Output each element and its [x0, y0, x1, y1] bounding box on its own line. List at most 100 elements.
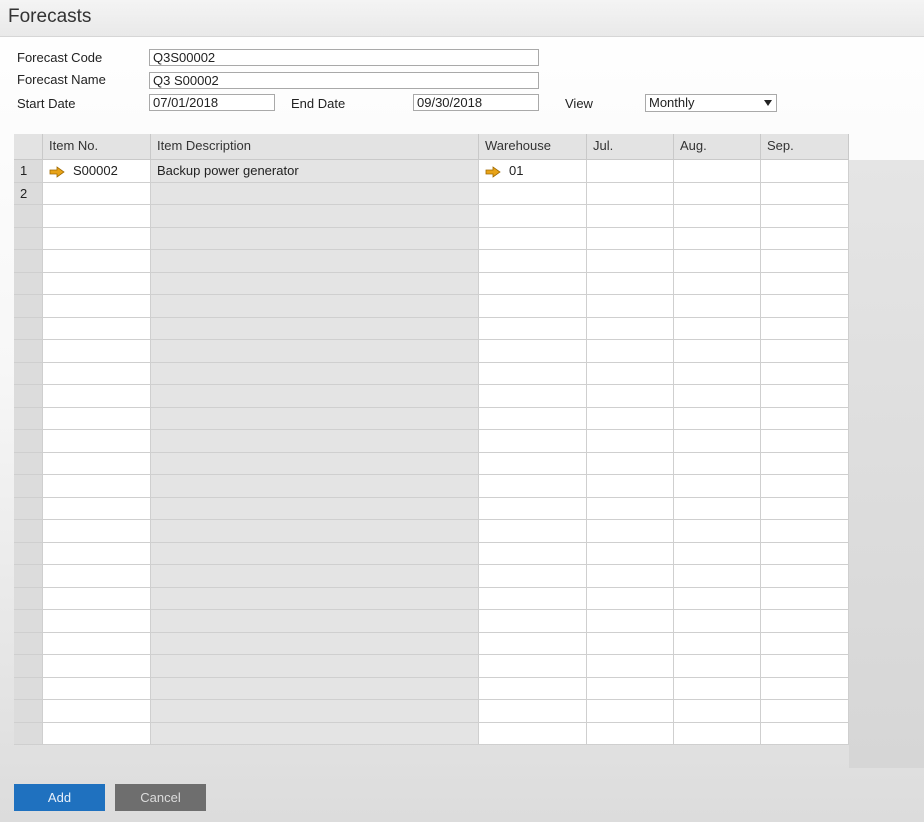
warehouse-cell[interactable] [479, 565, 587, 588]
jul-cell[interactable] [587, 542, 674, 565]
jul-cell[interactable] [587, 632, 674, 655]
jul-cell[interactable] [587, 205, 674, 228]
aug-cell[interactable] [674, 610, 761, 633]
warehouse-cell[interactable] [479, 722, 587, 745]
item-no-cell[interactable] [43, 452, 151, 475]
table-row[interactable] [14, 677, 849, 700]
link-arrow-icon[interactable] [485, 165, 501, 178]
aug-cell[interactable] [674, 520, 761, 543]
jul-cell[interactable] [587, 655, 674, 678]
sep-cell[interactable] [761, 655, 849, 678]
warehouse-cell[interactable] [479, 520, 587, 543]
jul-cell[interactable] [587, 700, 674, 723]
item-no-cell[interactable] [43, 587, 151, 610]
aug-cell[interactable] [674, 430, 761, 453]
aug-cell[interactable] [674, 317, 761, 340]
jul-cell[interactable] [587, 385, 674, 408]
aug-cell[interactable] [674, 227, 761, 250]
table-row[interactable] [14, 227, 849, 250]
jul-cell[interactable] [587, 362, 674, 385]
forecast-name-field[interactable]: Q3 S00002 [149, 72, 539, 89]
table-row[interactable]: 2 [14, 182, 849, 205]
forecast-code-field[interactable]: Q3S00002 [149, 49, 539, 66]
column-header-item-no[interactable]: Item No. [43, 134, 151, 160]
sep-cell[interactable] [761, 542, 849, 565]
aug-cell[interactable] [674, 700, 761, 723]
warehouse-cell[interactable] [479, 407, 587, 430]
item-no-cell[interactable] [43, 340, 151, 363]
warehouse-cell[interactable] [479, 340, 587, 363]
column-header-aug[interactable]: Aug. [674, 134, 761, 160]
warehouse-cell[interactable] [479, 655, 587, 678]
warehouse-cell[interactable] [479, 475, 587, 498]
column-header-sep[interactable]: Sep. [761, 134, 849, 160]
item-no-cell[interactable] [43, 317, 151, 340]
item-no-cell[interactable] [43, 565, 151, 588]
warehouse-cell[interactable] [479, 430, 587, 453]
warehouse-cell[interactable] [479, 610, 587, 633]
table-row[interactable] [14, 475, 849, 498]
aug-cell[interactable] [674, 205, 761, 228]
sep-cell[interactable] [761, 227, 849, 250]
start-date-field[interactable]: 07/01/2018 [149, 94, 275, 111]
table-row[interactable] [14, 610, 849, 633]
warehouse-cell[interactable] [479, 542, 587, 565]
warehouse-cell[interactable] [479, 250, 587, 273]
aug-cell[interactable] [674, 565, 761, 588]
aug-cell[interactable] [674, 182, 761, 205]
sep-cell[interactable] [761, 587, 849, 610]
aug-cell[interactable] [674, 542, 761, 565]
end-date-field[interactable]: 09/30/2018 [413, 94, 539, 111]
jul-cell[interactable] [587, 587, 674, 610]
item-no-cell[interactable] [43, 227, 151, 250]
aug-cell[interactable] [674, 452, 761, 475]
warehouse-cell[interactable] [479, 295, 587, 318]
link-arrow-icon[interactable] [49, 165, 65, 178]
item-no-cell[interactable] [43, 542, 151, 565]
item-no-cell[interactable] [43, 407, 151, 430]
item-no-cell[interactable]: S00002 [43, 160, 151, 183]
jul-cell[interactable] [587, 677, 674, 700]
add-button[interactable]: Add [14, 784, 105, 811]
sep-cell[interactable] [761, 520, 849, 543]
aug-cell[interactable] [674, 475, 761, 498]
aug-cell[interactable] [674, 340, 761, 363]
sep-cell[interactable] [761, 700, 849, 723]
table-row[interactable] [14, 655, 849, 678]
table-row[interactable] [14, 340, 849, 363]
aug-cell[interactable] [674, 385, 761, 408]
table-row[interactable] [14, 632, 849, 655]
aug-cell[interactable] [674, 677, 761, 700]
sep-cell[interactable] [761, 565, 849, 588]
aug-cell[interactable] [674, 587, 761, 610]
aug-cell[interactable] [674, 295, 761, 318]
item-no-cell[interactable] [43, 362, 151, 385]
sep-cell[interactable] [761, 317, 849, 340]
sep-cell[interactable] [761, 610, 849, 633]
sep-cell[interactable] [761, 340, 849, 363]
jul-cell[interactable] [587, 272, 674, 295]
warehouse-cell[interactable] [479, 632, 587, 655]
table-row[interactable] [14, 520, 849, 543]
table-row[interactable] [14, 587, 849, 610]
jul-cell[interactable] [587, 317, 674, 340]
jul-cell[interactable] [587, 182, 674, 205]
jul-cell[interactable] [587, 610, 674, 633]
item-no-cell[interactable] [43, 182, 151, 205]
jul-cell[interactable] [587, 160, 674, 183]
table-row[interactable] [14, 272, 849, 295]
jul-cell[interactable] [587, 340, 674, 363]
item-no-cell[interactable] [43, 520, 151, 543]
warehouse-cell[interactable] [479, 677, 587, 700]
table-row[interactable] [14, 700, 849, 723]
item-no-cell[interactable] [43, 497, 151, 520]
table-row[interactable] [14, 295, 849, 318]
item-no-cell[interactable] [43, 205, 151, 228]
sep-cell[interactable] [761, 160, 849, 183]
jul-cell[interactable] [587, 520, 674, 543]
item-no-cell[interactable] [43, 722, 151, 745]
sep-cell[interactable] [761, 452, 849, 475]
aug-cell[interactable] [674, 407, 761, 430]
sep-cell[interactable] [761, 272, 849, 295]
sep-cell[interactable] [761, 362, 849, 385]
